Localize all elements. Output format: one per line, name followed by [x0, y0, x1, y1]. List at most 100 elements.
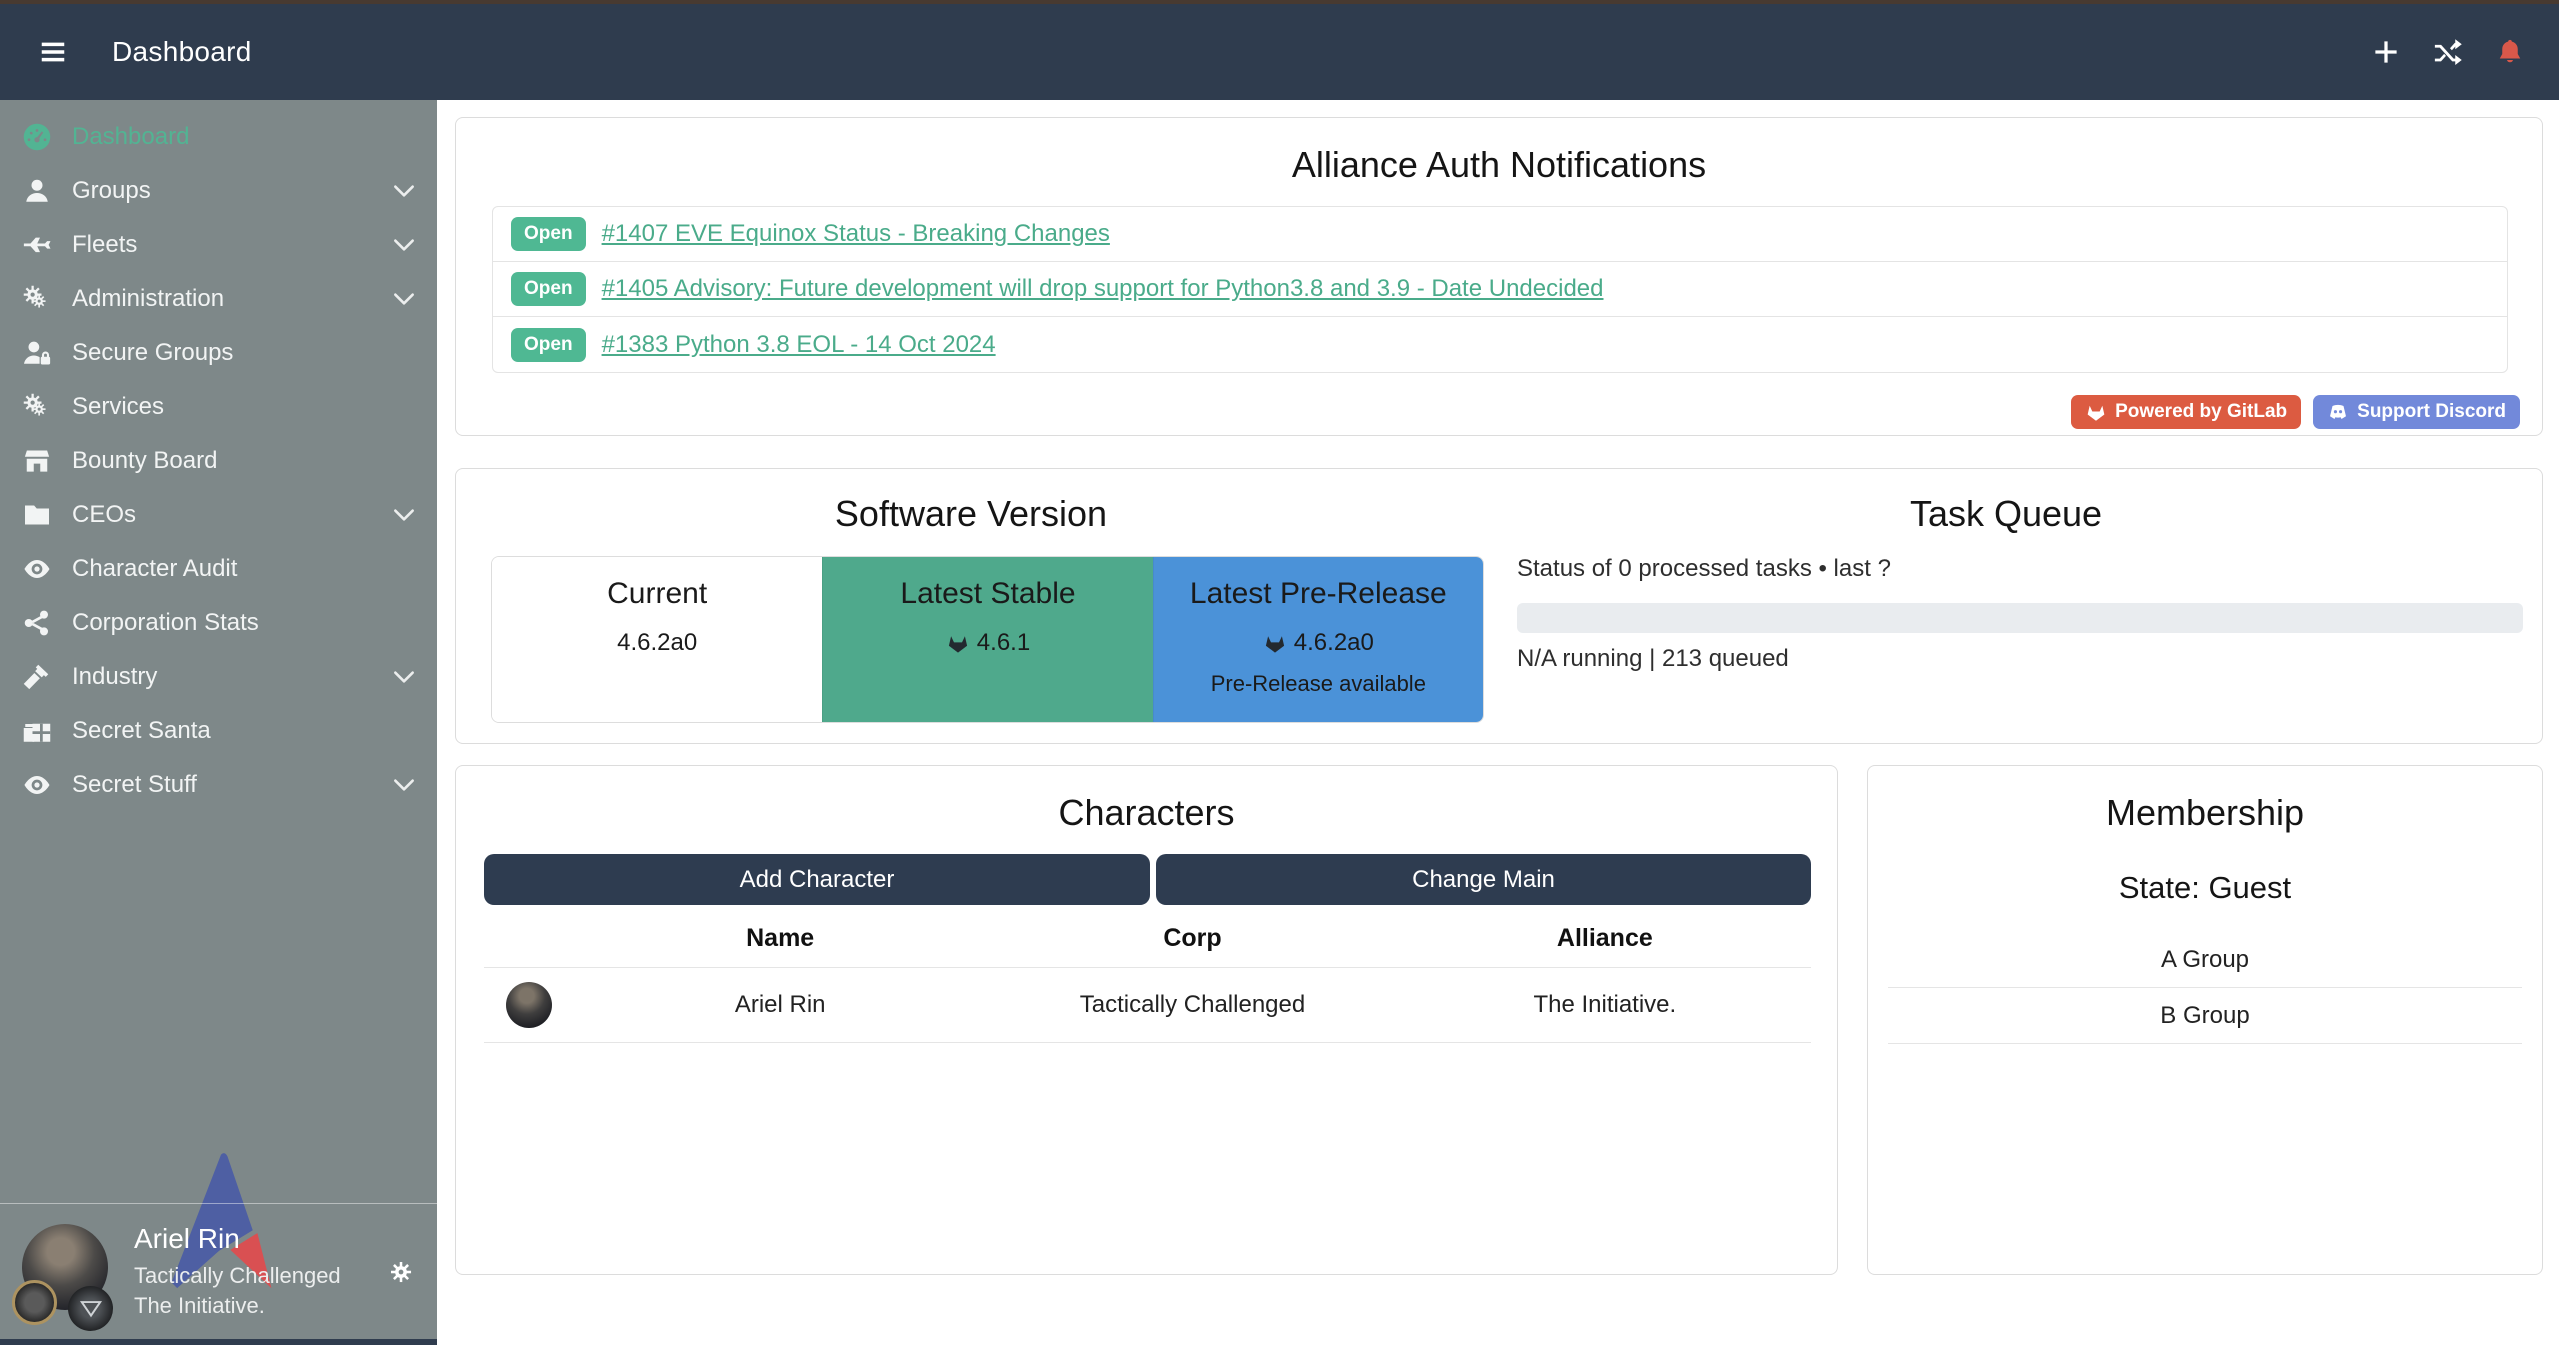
version-cell-name: Latest Pre-Release [1154, 577, 1483, 611]
column-header-alliance: Alliance [1399, 924, 1811, 953]
sidebar-item[interactable]: Administration [0, 272, 437, 326]
notification-item: Open #1405 Advisory: Future development … [493, 262, 2507, 317]
version-number: 4.6.1 [823, 629, 1152, 657]
user-name: Ariel Rin [134, 1223, 341, 1255]
task-queue-title: Task Queue [1491, 493, 2521, 535]
sidebar-item-label: CEOs [72, 501, 136, 529]
navbar-actions [2371, 37, 2525, 67]
sidebar-item[interactable]: CEOs [0, 488, 437, 542]
folder-icon [22, 500, 52, 530]
software-version-title: Software Version [456, 493, 1486, 535]
version-cell-name: Latest Stable [823, 577, 1152, 611]
sidebar-item[interactable]: Fleets [0, 218, 437, 272]
sidebar-item-label: Corporation Stats [72, 609, 259, 637]
plus-icon[interactable] [2371, 37, 2401, 67]
character-avatar [506, 982, 552, 1028]
membership-state: State: Guest [1868, 870, 2542, 906]
software-version-panel: Software Version Task Queue Current 4.6.… [455, 468, 2543, 744]
sidebar-item[interactable]: Character Audit [0, 542, 437, 596]
sidebar-item-label: Character Audit [72, 555, 237, 583]
notifications-panel: Alliance Auth Notifications Open #1407 E… [455, 117, 2543, 436]
discord-icon [2327, 401, 2349, 423]
version-note: Pre-Release available [1154, 671, 1483, 697]
bars-icon[interactable] [34, 37, 72, 67]
user-lock-icon [22, 338, 52, 368]
notifications-title: Alliance Auth Notifications [456, 144, 2542, 186]
notifications-list: Open #1407 EVE Equinox Status - Breaking… [492, 206, 2508, 373]
sidebar-item-label: Dashboard [72, 123, 189, 151]
characters-table-header: Name Corp Alliance [484, 924, 1811, 968]
sidebar-item[interactable]: Secret Santa [0, 704, 437, 758]
gears-icon [22, 392, 52, 422]
sidebar-item[interactable]: Secret Stuff [0, 758, 437, 812]
sidebar-item-label: Secret Santa [72, 717, 211, 745]
sidebar-item[interactable]: Industry [0, 650, 437, 704]
membership-title: Membership [1868, 792, 2542, 834]
chevron-down-icon [391, 232, 417, 258]
shop-icon [22, 446, 52, 476]
table-row: Ariel Rin Tactically Challenged The Init… [484, 968, 1811, 1043]
notification-link[interactable]: #1383 Python 3.8 EOL - 14 Oct 2024 [602, 331, 996, 359]
footer-badge-link[interactable]: Support Discord [2313, 395, 2520, 429]
user-alliance: The Initiative. [134, 1291, 341, 1321]
sidebar-item[interactable]: Dashboard [0, 110, 437, 164]
add-character-button[interactable]: Add Character [484, 854, 1150, 905]
status-badge: Open [511, 272, 586, 306]
eye-icon [22, 770, 52, 800]
footer-badge-link[interactable]: Powered by GitLab [2071, 395, 2301, 429]
sidebar-item-label: Secret Stuff [72, 771, 197, 799]
version-cell: Latest Pre-Release 4.6.2a0 Pre-Release a… [1153, 557, 1483, 722]
share-icon [22, 608, 52, 638]
sidebar-item[interactable]: Groups [0, 164, 437, 218]
sidebar-item[interactable]: Secure Groups [0, 326, 437, 380]
shuffle-icon[interactable] [2433, 37, 2463, 67]
sidebar-item-label: Administration [72, 285, 224, 313]
sidebar-item-label: Secure Groups [72, 339, 233, 367]
sidebar-item[interactable]: Services [0, 380, 437, 434]
sidebar-item-label: Groups [72, 177, 151, 205]
user-corporation: Tactically Challenged [134, 1261, 341, 1291]
sidebar-item-label: Industry [72, 663, 157, 691]
gear-icon[interactable] [385, 1256, 417, 1288]
gitlab-icon [1263, 631, 1287, 655]
eye-icon [22, 554, 52, 584]
notification-link[interactable]: #1407 EVE Equinox Status - Breaking Chan… [602, 220, 1110, 248]
task-progress-bar [1517, 603, 2523, 633]
footer-badge-label: Support Discord [2357, 401, 2506, 423]
sidebar-item[interactable]: Bounty Board [0, 434, 437, 488]
chevron-down-icon [391, 502, 417, 528]
column-header-corp: Corp [986, 924, 1398, 953]
top-navbar: Dashboard [0, 4, 2559, 100]
sidebar-bottom-strip [0, 1339, 437, 1345]
version-comparison-box: Current 4.6.2a0 Latest Stable 4.6.1 [491, 556, 1484, 723]
chevron-down-icon [391, 664, 417, 690]
cell-alliance: The Initiative. [1399, 991, 1811, 1019]
task-queue-counts: N/A running | 213 queued [1517, 645, 1789, 673]
version-number: 4.6.2a0 [1154, 629, 1483, 657]
version-cell: Current 4.6.2a0 [492, 557, 822, 722]
task-status-line: Status of 0 processed tasks • last ? [1517, 555, 1891, 583]
characters-buttons: Add Character Change Main [484, 854, 1811, 905]
footer-badge-label: Powered by GitLab [2115, 401, 2287, 423]
alliance-logo-badge [68, 1286, 113, 1331]
column-header-name: Name [574, 924, 986, 953]
user-icon [22, 176, 52, 206]
gears-icon [22, 284, 52, 314]
sidebar-item[interactable]: Corporation Stats [0, 596, 437, 650]
version-number: 4.6.2a0 [492, 629, 822, 657]
notification-link[interactable]: #1405 Advisory: Future development will … [602, 275, 1604, 303]
chevron-down-icon [391, 286, 417, 312]
gitlab-icon [946, 631, 970, 655]
characters-table: Name Corp Alliance Ariel Rin Tactically … [484, 924, 1811, 1043]
sidebar-item-label: Fleets [72, 231, 137, 259]
main-content: Alliance Auth Notifications Open #1407 E… [437, 100, 2559, 1345]
cell-corp: Tactically Challenged [986, 991, 1398, 1019]
change-main-button[interactable]: Change Main [1156, 854, 1811, 905]
sidebar-menu: Dashboard Groups Fleets Administration [0, 100, 437, 812]
bell-icon[interactable] [2495, 37, 2525, 67]
gitlab-icon [2085, 401, 2107, 423]
sidebar-item-label: Services [72, 393, 164, 421]
gauge-icon [22, 122, 52, 152]
membership-groups: A Group B Group [1868, 932, 2542, 1044]
sidebar-item-label: Bounty Board [72, 447, 217, 475]
